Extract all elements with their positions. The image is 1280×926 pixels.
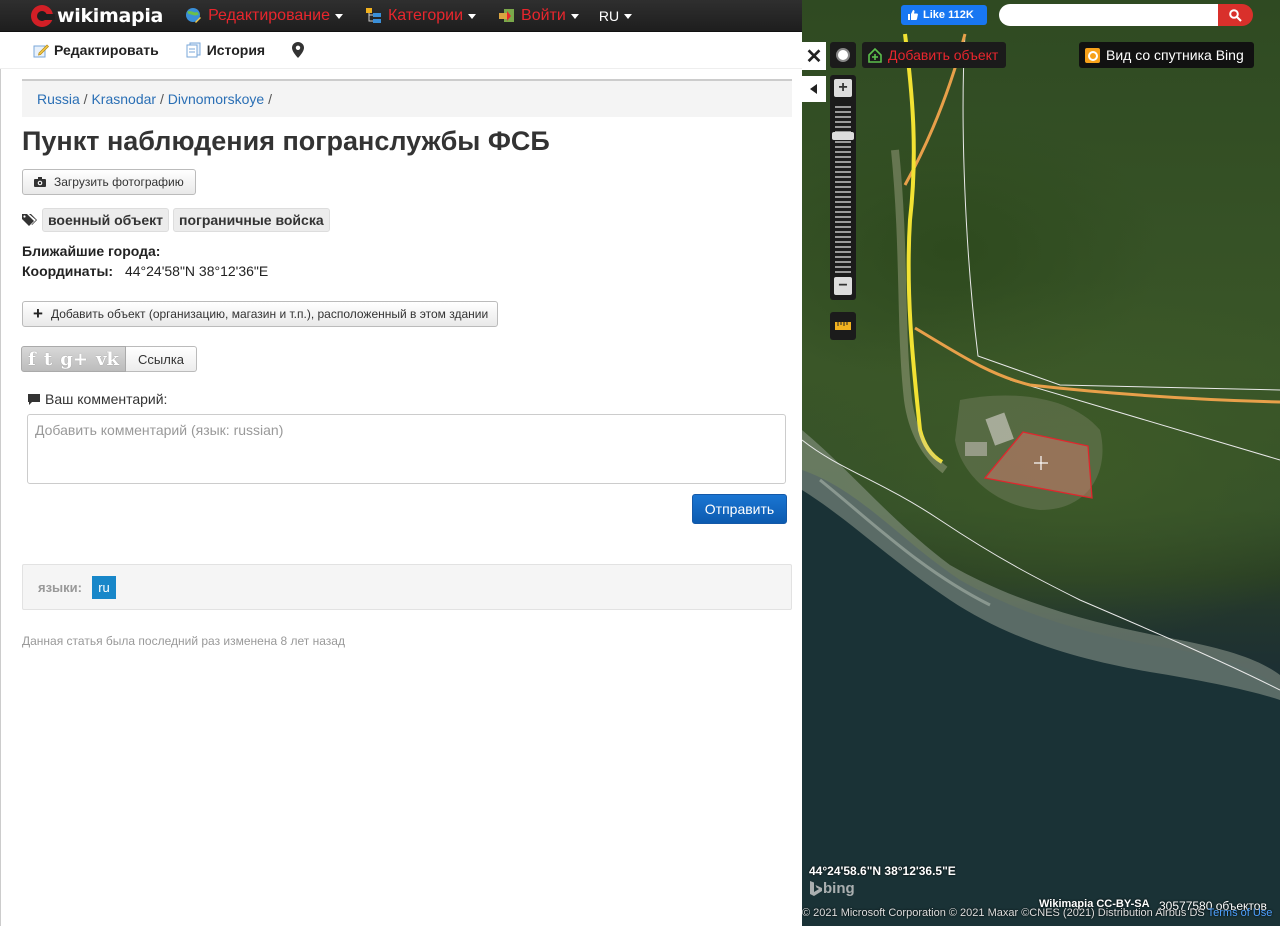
pencil-icon <box>33 44 49 58</box>
tags: военный объект пограничные войска <box>22 208 330 232</box>
speech-bubble-icon <box>28 393 40 405</box>
close-panel-button[interactable]: ✕ <box>802 42 826 70</box>
map-search <box>999 4 1253 26</box>
comment-input[interactable] <box>27 414 786 484</box>
arrow-left-icon <box>810 84 817 94</box>
languages-label: языки: <box>38 579 82 595</box>
locate-button[interactable] <box>830 42 856 68</box>
top-navigation-bar: wikimapia Редактирование Категории Войти… <box>0 0 802 32</box>
collapse-panel-button[interactable] <box>802 76 826 102</box>
map-copyright: © 2021 Microsoft Corporation © 2021 Maxa… <box>802 907 1272 919</box>
ruler-button[interactable] <box>830 312 856 340</box>
building <box>965 442 987 456</box>
add-object-in-building-button[interactable]: + Добавить объект (организацию, магазин … <box>22 301 498 327</box>
last-modified: Данная статья была последний раз изменен… <box>22 634 345 648</box>
zoom-slider-handle[interactable] <box>832 132 854 140</box>
edit-globe-icon <box>186 8 202 23</box>
facebook-icon[interactable]: f <box>28 349 36 370</box>
bing-logo: bing <box>809 880 855 897</box>
bing-icon <box>1085 47 1100 63</box>
add-place-icon <box>868 47 882 63</box>
bing-logo-text: bing <box>823 880 855 897</box>
thumbs-up-icon <box>908 10 918 20</box>
object-toolbar: Редактировать История <box>0 32 802 69</box>
history-button[interactable]: История <box>186 42 265 58</box>
logo-text: wikimapia <box>57 4 164 27</box>
language-selector[interactable]: RU <box>598 7 633 24</box>
map-pin-icon <box>292 42 305 58</box>
languages-bar: языки: ru <box>22 564 792 610</box>
history-label: История <box>206 42 266 58</box>
bing-logo-icon <box>810 880 822 896</box>
zoom-out-button[interactable]: − <box>834 277 852 295</box>
wikimapia-logo[interactable]: wikimapia <box>31 0 163 32</box>
google-plus-icon[interactable]: g+ <box>60 349 88 370</box>
nearest-cities-label: Ближайшие города: <box>22 243 161 259</box>
comment-label: Ваш комментарий: <box>28 391 167 407</box>
breadcrumb-krasnodar[interactable]: Krasnodar <box>91 91 156 107</box>
boundary-line <box>962 33 1280 391</box>
vk-icon[interactable]: vk <box>96 349 119 370</box>
upload-photo-button[interactable]: Загрузить фотографию <box>22 169 196 195</box>
close-icon: ✕ <box>805 45 823 68</box>
share-icons: f t g+ vk <box>21 346 126 372</box>
add-object-in-building-label: Добавить объект (организацию, магазин и … <box>50 307 489 321</box>
cursor-coordinates: 44°24'58.6"N 38°12'36.5"E <box>809 864 956 878</box>
menu-categories-label: Категории <box>387 6 464 24</box>
upload-photo-label: Загрузить фотографию <box>54 175 184 189</box>
orange-road <box>914 326 1280 404</box>
language-label: RU <box>598 7 620 24</box>
chevron-down-icon <box>624 14 633 19</box>
chevron-down-icon <box>468 14 477 19</box>
facebook-like-button[interactable]: Like 112K <box>901 5 987 25</box>
satellite-view-selector[interactable]: Вид со спутника Bing <box>1079 42 1254 68</box>
breadcrumb-divnomorskoye[interactable]: Divnomorskoye <box>168 91 264 107</box>
add-object-button[interactable]: Добавить объект <box>862 42 1007 68</box>
menu-login-label: Войти <box>521 6 566 24</box>
twitter-icon[interactable]: t <box>44 349 52 370</box>
categories-icon <box>365 8 381 23</box>
breadcrumb-russia[interactable]: Russia <box>37 91 80 107</box>
history-icon <box>186 42 201 58</box>
page-title: Пункт наблюдения погранслужбы ФСБ <box>22 126 550 156</box>
zoom-in-button[interactable]: + <box>834 79 852 97</box>
tag-military[interactable]: военный объект <box>42 208 169 232</box>
search-button[interactable] <box>1218 4 1253 26</box>
plus-icon: + <box>33 304 43 323</box>
location-button[interactable] <box>292 42 309 58</box>
wikimapia-logo-icon <box>31 4 55 27</box>
share-link-button[interactable]: Ссылка <box>126 346 198 372</box>
breadcrumb: Russia / Krasnodar / Divnomorskoye / <box>22 81 792 117</box>
coordinates: Координаты: 44°24'58"N 38°12'36"E <box>22 263 268 279</box>
tags-icon <box>22 214 37 226</box>
satellite-view-label: Вид со спутника Bing <box>1106 47 1244 63</box>
comment-label-text: Ваш комментарий: <box>45 391 168 407</box>
share-bar: f t g+ vk Ссылка <box>21 346 198 372</box>
ruler-icon <box>835 322 851 330</box>
login-icon <box>499 9 515 22</box>
coordinates-label: Координаты: <box>22 263 114 279</box>
chevron-down-icon <box>570 14 579 19</box>
zoom-slider[interactable] <box>835 103 851 273</box>
search-icon <box>1229 8 1242 22</box>
edit-label: Редактировать <box>54 42 159 58</box>
language-badge-ru[interactable]: ru <box>91 575 116 599</box>
menu-categories[interactable]: Категории <box>365 6 477 25</box>
chevron-down-icon <box>334 14 343 19</box>
menu-editing[interactable]: Редактирование <box>185 7 343 25</box>
tag-border-troops[interactable]: пограничные войска <box>173 208 330 232</box>
terms-link[interactable]: Terms of Use <box>1208 907 1273 919</box>
search-input[interactable] <box>999 4 1219 26</box>
object-info-panel: Russia / Krasnodar / Divnomorskoye / Пун… <box>0 69 802 926</box>
add-object-label: Добавить объект <box>888 47 999 63</box>
copyright-text: © 2021 Microsoft Corporation © 2021 Maxa… <box>802 907 1205 919</box>
facebook-like-label: Like 112K <box>923 9 974 21</box>
camera-icon <box>34 177 46 187</box>
menu-login[interactable]: Войти <box>498 7 579 25</box>
submit-comment-button[interactable]: Отправить <box>692 494 787 524</box>
zoom-control: + − <box>830 75 856 300</box>
edit-button[interactable]: Редактировать <box>33 42 159 58</box>
coordinates-value: 44°24'58"N 38°12'36"E <box>124 263 269 279</box>
menu-editing-label: Редактирование <box>208 6 330 24</box>
